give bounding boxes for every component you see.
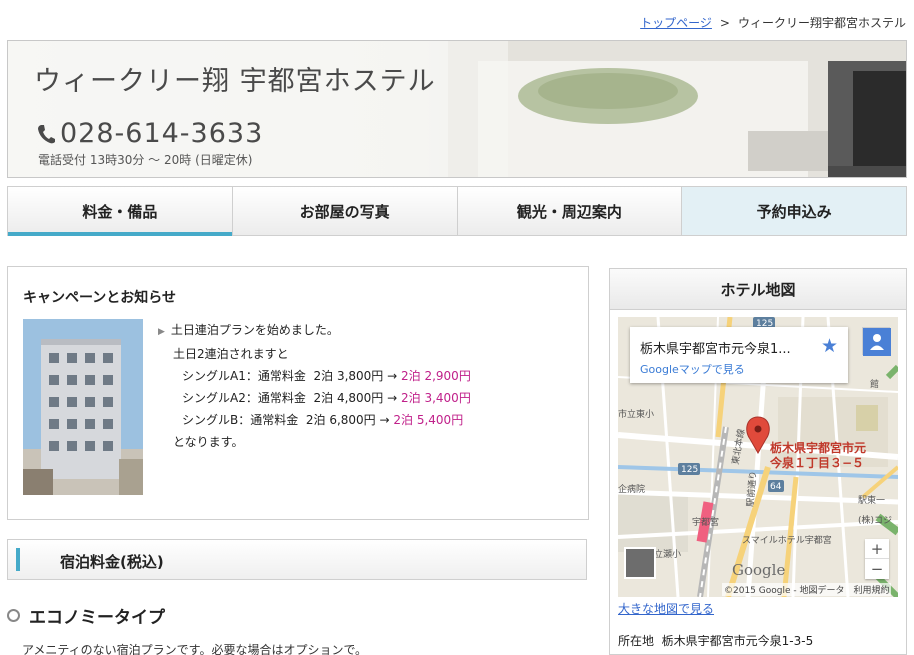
phone-hours: 電話受付 13時30分 ～ 20時 (日曜定休) xyxy=(38,153,253,167)
rate-row: シングルA1：通常料金 2泊 3,800円 → 2泊 2,900円 xyxy=(158,365,471,387)
station-east-label: 駅東一 xyxy=(858,494,885,506)
map-pin-label-line1: 栃木県宇都宮市元 xyxy=(770,441,867,455)
nav-prices[interactable]: 料金・備品 xyxy=(8,187,233,236)
bullet-triangle-icon: ▶ xyxy=(158,327,165,337)
street-view-thumbnail[interactable] xyxy=(624,547,656,579)
main-nav: 料金・備品 お部屋の写真 観光・周辺案内 予約申込み xyxy=(7,186,907,236)
hotel-location: 所在地 栃木県宇都宮市元今泉1-3-5 xyxy=(618,632,813,649)
phone-icon xyxy=(38,124,55,143)
rate-regular: 2泊 4,800円 → xyxy=(313,391,398,405)
breadcrumb-separator: > xyxy=(719,16,730,30)
smile-hotel-label: スマイルホテル宇都宮 xyxy=(742,534,832,546)
zoom-out-button[interactable]: − xyxy=(865,559,889,579)
breadcrumb: トップページ > ウィークリー翔宇都宮ホステル xyxy=(640,14,906,31)
rate-sale: 2泊 3,400円 xyxy=(401,391,471,405)
campaign-title: キャンペーンとお知らせ xyxy=(23,290,177,306)
map-card-address: 栃木県宇都宮市元今泉1... xyxy=(640,342,791,357)
economy-heading: エコノミータイプ xyxy=(7,603,165,628)
campaign-body: ▶ 土日連泊プランを始めました。 土日2連泊されますと シングルA1：通常料金 2… xyxy=(158,319,471,453)
big-map-link[interactable]: 大きな地図で見る xyxy=(618,600,714,617)
location-value: 栃木県宇都宮市元今泉1-3-5 xyxy=(661,634,814,648)
nav-reservation[interactable]: 予約申込み xyxy=(682,187,906,235)
circle-bullet-icon xyxy=(7,609,20,622)
map-pin-label: 栃木県宇都宮市元 今泉１丁目３−５ xyxy=(770,441,866,471)
street-view-pegman-icon[interactable] xyxy=(862,327,891,356)
stay-price-title: 宿泊料金(税込) xyxy=(60,553,164,571)
nav-sightseeing[interactable]: 観光・周辺案内 xyxy=(457,187,683,235)
campaign-section: キャンペーンとお知らせ ▶ 土日連泊プランを始めました。 土日2連泊されますと シ… xyxy=(7,266,589,520)
map-zoom-control: + − xyxy=(865,539,889,579)
google-map[interactable]: 125 125 64 宇都宮 スマイルホテル宇都宮 駅東一 (株)コジ 館 市立… xyxy=(618,317,898,597)
phone-text: 028-614-3633 xyxy=(60,118,264,149)
site-title: ウィークリー翔 宇都宮ホステル xyxy=(34,66,436,97)
hotel-map-panel: ホテル地図 125 125 64 宇都宮 スマイルホテル宇都宮 駅東一 (株)コ… xyxy=(609,268,907,655)
breadcrumb-current: ウィークリー翔宇都宮ホステル xyxy=(737,16,906,30)
utsunomiya-station-label: 宇都宮 xyxy=(692,516,719,528)
municipal-school-label: 市立東小 xyxy=(618,408,654,420)
map-panel-title: ホテル地図 xyxy=(610,269,906,310)
zoom-in-button[interactable]: + xyxy=(865,539,889,559)
rate-label: シングルA1：通常料金 xyxy=(182,369,306,383)
nav-room-photos[interactable]: お部屋の写真 xyxy=(232,187,458,235)
hospital-label: 企病院 xyxy=(618,483,645,495)
kojima-label: (株)コジ xyxy=(858,514,892,526)
campaign-line2: 土日2連泊されますと xyxy=(173,347,289,361)
breadcrumb-home-link[interactable]: トップページ xyxy=(640,16,712,30)
location-label: 所在地 xyxy=(618,634,655,648)
phone-number: 028-614-3633 xyxy=(36,118,263,149)
campaign-outro: となります。 xyxy=(173,435,244,449)
rate-label: シングルA2：通常料金 xyxy=(182,391,306,405)
rate-sale: 2泊 2,900円 xyxy=(401,369,471,383)
map-pin-label-line2: 今泉１丁目３−５ xyxy=(770,456,865,470)
map-info-card: 栃木県宇都宮市元今泉1... Googleマップで見る ★ xyxy=(630,327,848,383)
save-star-icon[interactable]: ★ xyxy=(821,335,838,357)
rate-row: シングルB：通常料金 2泊 6,800円 → 2泊 5,400円 xyxy=(158,409,471,431)
heading-accent-bar xyxy=(16,548,20,571)
route-64-label: 64 xyxy=(770,482,782,492)
google-logo: Google xyxy=(732,561,786,579)
rate-row: シングルA2：通常料金 2泊 4,800円 → 2泊 3,400円 xyxy=(158,387,471,409)
rate-label: シングルB：通常料金 xyxy=(182,413,299,427)
rate-sale: 2泊 5,400円 xyxy=(393,413,464,427)
campaign-intro: 土日連泊プランを始めました。 xyxy=(170,323,339,337)
economy-title: エコノミータイプ xyxy=(29,608,165,628)
building-photo xyxy=(23,319,143,495)
economy-description: アメニティのない宿泊プランです。必要な場合はオプションで。 xyxy=(22,643,368,655)
library-label: 館 xyxy=(870,378,879,390)
rate-regular: 2泊 3,800円 → xyxy=(313,369,398,383)
school-label: 立瀬小 xyxy=(654,548,681,560)
map-attribution[interactable]: ©2015 Google - 地図データ 利用規約 xyxy=(722,583,892,596)
site-header: ウィークリー翔 宇都宮ホステル 028-614-3633 電話受付 13時30分… xyxy=(7,40,907,178)
route-125-label: 125 xyxy=(681,465,698,475)
stay-price-heading: 宿泊料金(税込) xyxy=(7,539,587,580)
rate-regular: 2泊 6,800円 → xyxy=(305,413,390,427)
open-google-maps-link[interactable]: Googleマップで見る xyxy=(640,361,745,377)
